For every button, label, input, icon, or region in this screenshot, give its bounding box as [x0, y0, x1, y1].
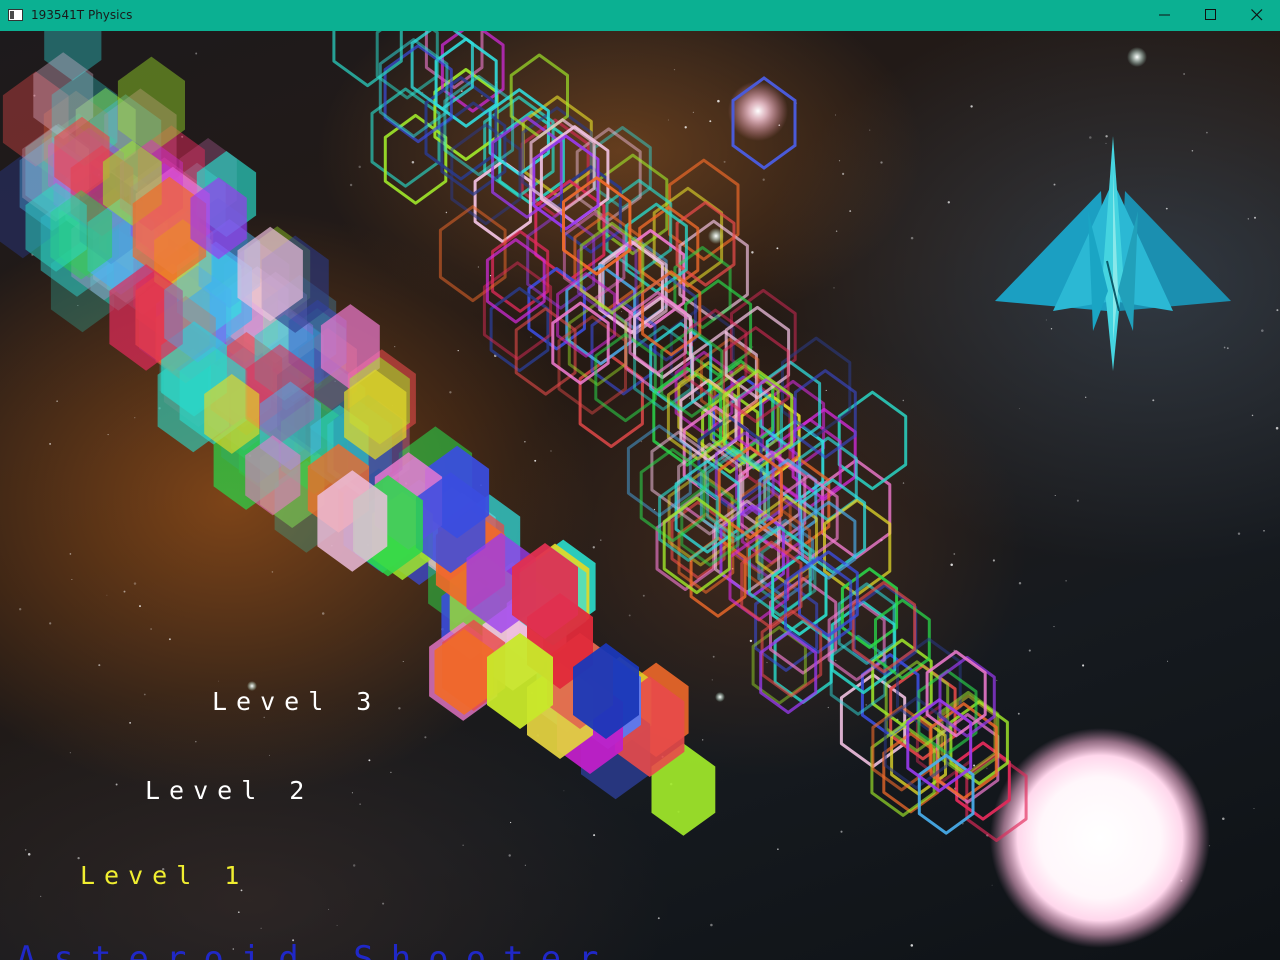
close-icon: [1251, 9, 1263, 21]
game-viewport[interactable]: Level 3 Level 2 Level 1 Asteroid Shooter: [0, 31, 1280, 960]
maximize-icon: [1205, 9, 1216, 20]
menu-item-level-1[interactable]: Level 1: [80, 861, 248, 890]
app-icon: [8, 9, 23, 21]
game-title: Asteroid Shooter: [16, 939, 616, 960]
minimize-icon: [1159, 14, 1170, 16]
window-title: 193541T Physics: [31, 8, 133, 22]
maximize-button[interactable]: [1188, 0, 1234, 31]
asteroid-swarm: [0, 31, 1028, 842]
menu-item-level-2[interactable]: Level 2: [145, 776, 313, 805]
menu-item-level-3[interactable]: Level 3: [212, 687, 380, 716]
window-titlebar[interactable]: 193541T Physics: [0, 0, 1280, 31]
space-scene: [0, 31, 1279, 950]
sun: [990, 728, 1210, 948]
minimize-button[interactable]: [1142, 0, 1188, 31]
spaceship-icon: [995, 136, 1231, 371]
close-button[interactable]: [1234, 0, 1280, 31]
